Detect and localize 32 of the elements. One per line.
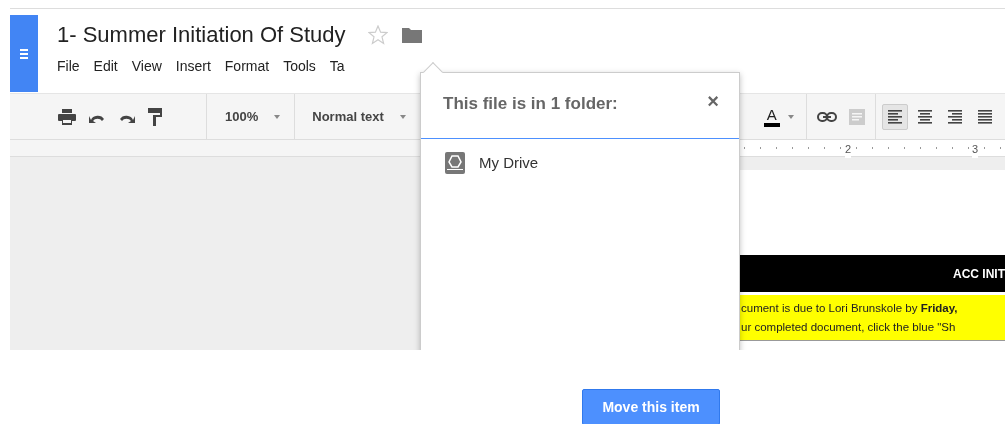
caret-icon [399,114,406,119]
text-color-button[interactable]: A [763,106,794,127]
zoom-dropdown[interactable]: 100% [225,106,281,127]
folder-item[interactable]: My Drive [421,139,739,188]
style-dropdown[interactable]: Normal text [312,106,406,127]
link-icon[interactable] [816,111,837,122]
star-icon[interactable] [367,25,388,45]
menu-item[interactable]: Format [224,56,284,77]
close-button[interactable]: × [707,91,719,111]
align-button[interactable] [881,103,908,130]
align-left-icon [887,109,902,124]
menu-item[interactable]: Tools [283,56,330,77]
folder-icon[interactable] [401,27,422,43]
paint-roller-icon[interactable] [148,107,162,126]
menu-item[interactable]: Edit [93,56,132,77]
print-icon[interactable] [58,108,76,125]
menu-item[interactable]: Insert [175,56,225,77]
drive-icon [445,152,465,175]
caret-icon [274,114,281,119]
caret-icon [787,114,794,119]
menu-icon[interactable] [20,48,28,59]
notice-text: ur completed document, click the blue "Sh [741,320,957,335]
menu-item[interactable]: View [131,56,176,77]
document-title[interactable]: 1- Summer Initiation Of Study [57,21,346,49]
justify-icon [977,109,992,124]
menu-item[interactable]: Ta [329,56,359,77]
align-center-icon [917,109,932,124]
banner-text: ACC INIT [953,265,1005,283]
align-right-icon [947,109,962,124]
menu-item[interactable]: File [57,56,94,77]
notice-text: cument is due to Lori Brunskole by Friday, [741,301,959,316]
popup-title: This file is in 1 folder: [443,93,618,115]
